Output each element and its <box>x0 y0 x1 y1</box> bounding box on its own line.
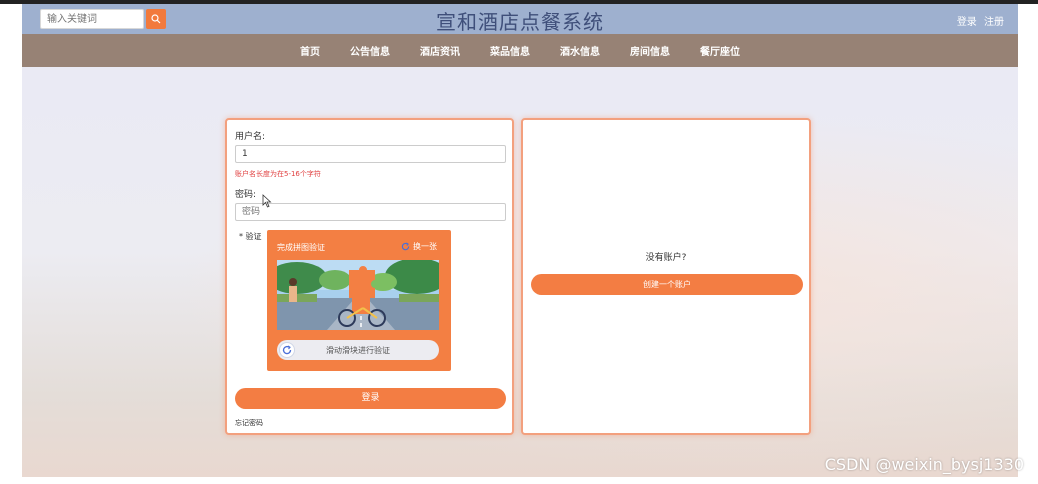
nav-item-dishes[interactable]: 菜品信息 <box>486 43 534 58</box>
slider-handle[interactable] <box>279 342 295 358</box>
refresh-icon <box>282 345 292 355</box>
create-account-button[interactable]: 创建一个账户 <box>531 274 803 295</box>
login-link[interactable]: 登录 <box>957 17 977 28</box>
captcha-puzzle-image <box>277 260 439 330</box>
nav-item-seats[interactable]: 餐厅座位 <box>696 43 744 58</box>
register-panel: 没有账户? 创建一个账户 <box>521 118 811 435</box>
auth-links: 登录 注册 <box>953 13 1004 28</box>
username-field[interactable] <box>235 145 506 163</box>
captcha-refresh-label: 换一张 <box>413 242 437 251</box>
verify-label: * 验证 <box>239 232 262 241</box>
page-background <box>22 67 1018 477</box>
main-nav: 首页 公告信息 酒店资讯 菜品信息 酒水信息 房间信息 餐厅座位 <box>22 34 1018 67</box>
password-field[interactable] <box>235 203 506 221</box>
register-link[interactable]: 注册 <box>984 17 1004 28</box>
header-bar: 宣和酒店点餐系统 登录 注册 <box>22 4 1018 34</box>
site-title: 宣和酒店点餐系统 <box>436 10 604 34</box>
username-label: 用户名: <box>235 132 266 142</box>
nav-item-hotel-news[interactable]: 酒店资讯 <box>416 43 464 58</box>
captcha-slider-track[interactable]: 滑动滑块进行验证 <box>277 340 439 360</box>
captcha-refresh-button[interactable]: 换一张 <box>401 241 437 252</box>
nav-item-rooms[interactable]: 房间信息 <box>626 43 674 58</box>
username-error: 账户名长度为在5-16个字符 <box>235 170 321 178</box>
nav-item-home[interactable]: 首页 <box>296 43 324 58</box>
captcha-title: 完成拼图验证 <box>277 243 325 252</box>
nav-item-drinks[interactable]: 酒水信息 <box>556 43 604 58</box>
refresh-icon <box>401 242 410 251</box>
nav-item-announcements[interactable]: 公告信息 <box>346 43 394 58</box>
forgot-password-link[interactable]: 忘记密码 <box>235 418 263 428</box>
slider-hint: 滑动滑块进行验证 <box>326 346 390 355</box>
login-panel: 用户名: 账户名长度为在5-16个字符 密码: * 验证 完成拼图验证 换一张 <box>225 118 514 435</box>
mouse-cursor-icon <box>262 194 272 208</box>
captcha-popup: 完成拼图验证 换一张 滑动滑块进行验证 <box>267 230 451 371</box>
watermark: CSDN @weixin_bysj1330 <box>824 455 1024 474</box>
login-button[interactable]: 登录 <box>235 388 506 409</box>
no-account-text: 没有账户? <box>645 253 687 263</box>
password-label: 密码: <box>235 190 257 200</box>
puzzle-illustration <box>277 260 439 330</box>
